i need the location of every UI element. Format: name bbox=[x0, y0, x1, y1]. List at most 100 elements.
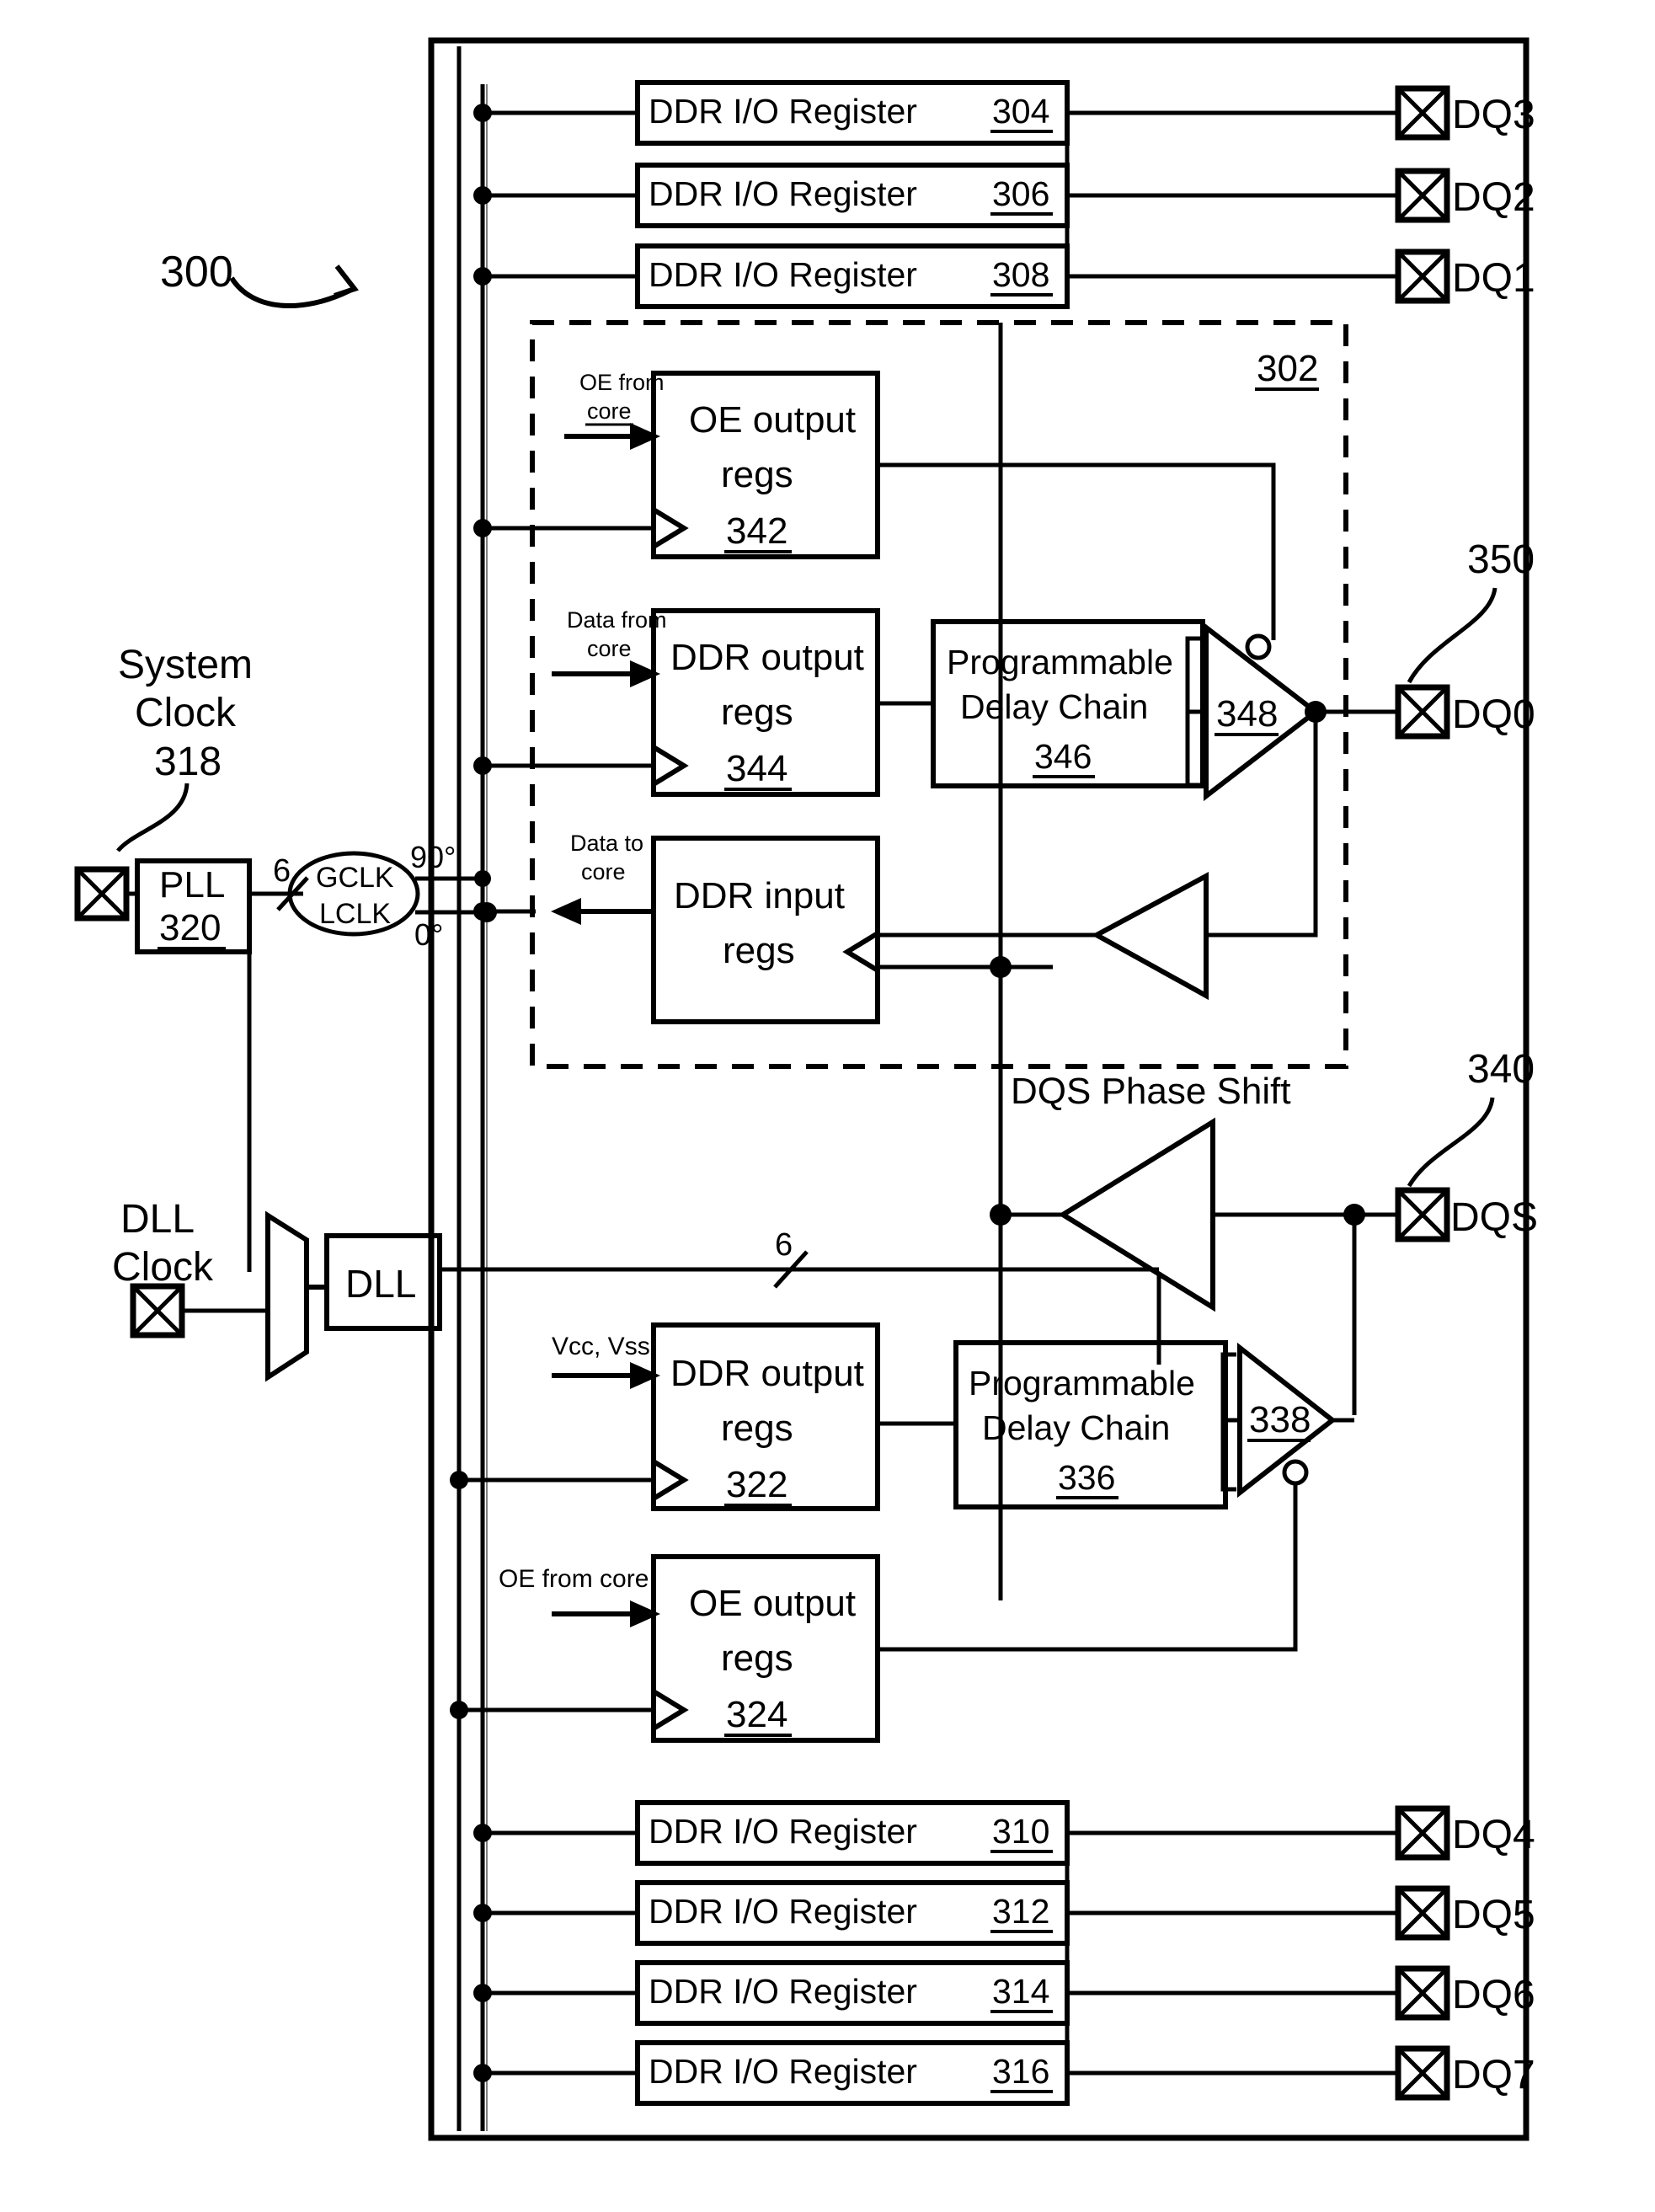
ddr-io-register-314-label: DDR I/O Register bbox=[649, 1972, 917, 2011]
delay-chain-346-line2: Delay Chain bbox=[960, 687, 1148, 726]
pad-dq7[interactable]: DQ7 bbox=[1395, 2045, 1535, 2101]
tristate-338-ref: 338 bbox=[1249, 1399, 1311, 1440]
junction-dot bbox=[473, 756, 492, 775]
dqs-phase-shift: DQS Phase Shift bbox=[990, 1071, 1398, 1365]
programmable-delay-chain-336[interactable]: Programmable Delay Chain 336 bbox=[878, 1340, 1228, 1509]
junction-dot bbox=[450, 1701, 468, 1719]
pad-dq7-label: DQ7 bbox=[1452, 2053, 1535, 2097]
ddr-io-register-310[interactable]: DDR I/O Register 310 bbox=[473, 1800, 1398, 1866]
ddr-io-register-316[interactable]: DDR I/O Register 316 bbox=[473, 2040, 1398, 2106]
oe-from-core-input-324: OE from core bbox=[499, 1565, 660, 1627]
system-clock-ref: 318 bbox=[154, 740, 222, 784]
pad-dqs-label: DQS bbox=[1450, 1195, 1538, 1240]
delay-chain-346-ref: 346 bbox=[1034, 737, 1092, 776]
vcc-vss-label: Vcc, Vss bbox=[552, 1333, 650, 1360]
pad-dq3[interactable]: DQ3 bbox=[1395, 85, 1535, 141]
delay-chain-346-line1: Programmable bbox=[947, 643, 1173, 681]
junction-dot bbox=[473, 186, 492, 205]
junction-dot bbox=[473, 519, 492, 537]
ddr-output-regs-322[interactable]: DDR output regs 322 bbox=[651, 1322, 880, 1511]
pad-dq2-label: DQ2 bbox=[1452, 175, 1535, 220]
clock-select-mux[interactable] bbox=[265, 1210, 309, 1382]
tristate-348-ref: 348 bbox=[1216, 693, 1278, 735]
figure-300-label: 300 bbox=[160, 248, 233, 297]
ddr-output-regs-344[interactable]: DDR output regs 344 bbox=[651, 608, 880, 797]
ddr-io-register-308[interactable]: DDR I/O Register 308 bbox=[473, 243, 1398, 309]
ddr-io-register-316-label: DDR I/O Register bbox=[649, 2052, 917, 2091]
dqs-phase-shift-label: DQS Phase Shift bbox=[1011, 1071, 1291, 1112]
pll-block-320[interactable]: PLL 320 bbox=[135, 858, 252, 954]
programmable-delay-chain-346[interactable]: Programmable Delay Chain 346 bbox=[878, 619, 1205, 788]
pad-system-clock[interactable] bbox=[74, 866, 130, 922]
pad-dll-clock[interactable] bbox=[130, 1283, 185, 1338]
ddr-io-register-306-ref: 306 bbox=[992, 174, 1049, 213]
oe-output-regs-342[interactable]: OE output regs 342 bbox=[651, 371, 880, 559]
oe-output-regs-342-line1: OE output bbox=[689, 399, 856, 441]
ddr-output-regs-344-ref: 344 bbox=[726, 748, 787, 789]
ref-340-label: 340 bbox=[1467, 1047, 1535, 1092]
data-from-core-line2: core bbox=[587, 636, 632, 661]
junction-dot bbox=[473, 2064, 492, 2082]
ddr-io-register-312[interactable]: DDR I/O Register 312 bbox=[473, 1880, 1398, 1946]
ddr-input-regs[interactable]: DDR input regs bbox=[651, 836, 880, 1024]
pll-label: PLL bbox=[159, 864, 225, 906]
ddr-io-register-306-label: DDR I/O Register bbox=[649, 174, 917, 213]
oe-output-regs-324[interactable]: OE output regs 324 bbox=[651, 1554, 880, 1743]
ddr-io-register-314[interactable]: DDR I/O Register 314 bbox=[473, 1960, 1398, 2026]
junction-dot bbox=[473, 1824, 492, 1842]
ddr-output-regs-322-line2: regs bbox=[721, 1408, 793, 1449]
tristate-buffer-348[interactable]: 348 bbox=[1185, 622, 1398, 802]
ddr-io-register-314-ref: 314 bbox=[992, 1972, 1049, 2011]
ddr-io-register-306[interactable]: DDR I/O Register 306 bbox=[473, 163, 1398, 228]
oe-to-tristate-348 bbox=[878, 462, 1276, 640]
delay-chain-336-ref: 336 bbox=[1058, 1458, 1115, 1497]
pad-dq6-label: DQ6 bbox=[1452, 1973, 1535, 2017]
junction-dot bbox=[990, 1204, 1012, 1226]
data-to-core-output: Data to core bbox=[551, 831, 654, 925]
dll-clock-label: DLL Clock bbox=[112, 1197, 214, 1290]
dq0-input-buffer bbox=[878, 712, 1318, 1001]
pad-dq0-label: DQ0 bbox=[1452, 692, 1535, 737]
pad-dq4[interactable]: DQ4 bbox=[1395, 1805, 1535, 1861]
pad-dq6[interactable]: DQ6 bbox=[1395, 1965, 1535, 2021]
oe-output-regs-342-ref: 342 bbox=[726, 510, 787, 552]
system-clock-label: System Clock 318 bbox=[116, 643, 253, 852]
oe-from-core-324-label: OE from core bbox=[499, 1565, 649, 1593]
pad-dq1[interactable]: DQ1 bbox=[1395, 248, 1535, 304]
ddr-output-regs-344-line1: DDR output bbox=[670, 637, 864, 678]
ddr-io-register-304-label: DDR I/O Register bbox=[649, 92, 917, 131]
junction-dot bbox=[477, 902, 497, 922]
vcc-vss-input: Vcc, Vss bbox=[552, 1333, 660, 1389]
dll-label: DLL bbox=[345, 1262, 416, 1306]
pad-dq0[interactable]: DQ0 bbox=[1395, 684, 1535, 740]
pad-dqs[interactable]: DQS bbox=[1395, 1187, 1538, 1242]
delay-chain-336-line1: Programmable bbox=[969, 1364, 1195, 1403]
ddr-io-register-304[interactable]: DDR I/O Register 304 bbox=[473, 80, 1398, 146]
delay-chain-336-line2: Delay Chain bbox=[982, 1408, 1170, 1447]
pad-dq5[interactable]: DQ5 bbox=[1395, 1885, 1535, 1941]
ddr-io-register-316-ref: 316 bbox=[992, 2052, 1049, 2091]
dll-clock-line1: DLL bbox=[120, 1197, 195, 1242]
pad-dq5-label: DQ5 bbox=[1452, 1893, 1535, 1937]
oe-output-regs-324-line2: regs bbox=[721, 1638, 793, 1679]
ddr-output-regs-322-ref: 322 bbox=[726, 1464, 787, 1505]
tristate-buffer-338[interactable]: 338 bbox=[1220, 1342, 1354, 1499]
dll-block[interactable]: DLL bbox=[324, 1233, 442, 1331]
oe-from-core-342-line1: OE from bbox=[579, 370, 665, 395]
data-from-core-line1: Data from bbox=[567, 607, 667, 633]
junction-dot bbox=[473, 104, 492, 122]
system-clock-line2: Clock bbox=[135, 691, 237, 735]
pad-dq2[interactable]: DQ2 bbox=[1395, 168, 1535, 223]
chip-outline bbox=[428, 37, 1530, 2141]
block-diagram-svg: DDR I/O Register 304 DQ3 DDR I/O Registe… bbox=[74, 37, 1538, 2141]
oe-from-core-input-342: OE from core bbox=[564, 370, 665, 450]
oe-output-regs-342-line2: regs bbox=[721, 454, 793, 495]
ref-350-label: 350 bbox=[1467, 537, 1535, 582]
ddr-io-register-304-ref: 304 bbox=[992, 92, 1049, 131]
pad-dq3-label: DQ3 bbox=[1452, 93, 1535, 137]
oe-from-core-342-line2: core bbox=[587, 398, 632, 424]
junction-dot bbox=[473, 267, 492, 286]
patent-figure-canvas: DDR I/O Register 304 DQ3 DDR I/O Registe… bbox=[0, 0, 1655, 2212]
ddr-io-register-310-label: DDR I/O Register bbox=[649, 1812, 917, 1851]
junction-dot bbox=[450, 1471, 468, 1489]
